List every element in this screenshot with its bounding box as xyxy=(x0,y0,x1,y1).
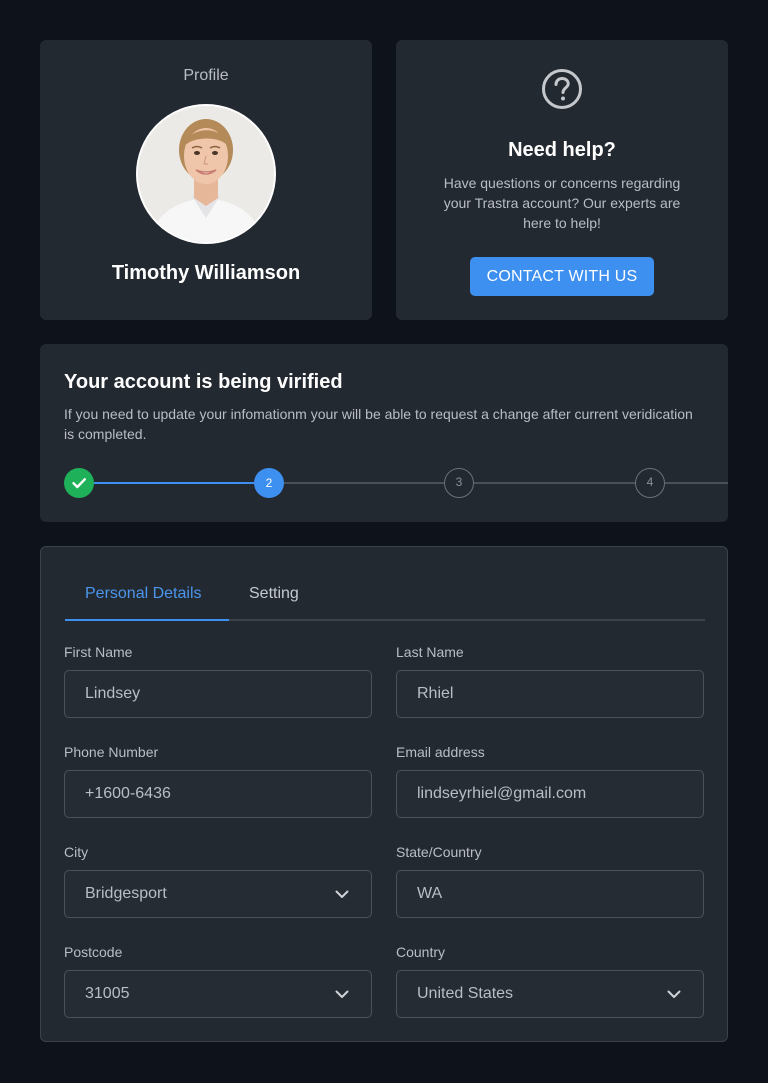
state-label: State/Country xyxy=(396,844,482,860)
step-connector-complete xyxy=(94,482,254,484)
postcode-select[interactable]: 31005 xyxy=(64,970,372,1018)
form-tabs: Personal Details Setting xyxy=(65,573,705,621)
chevron-down-icon xyxy=(335,990,349,998)
chevron-down-icon xyxy=(667,990,681,998)
active-tab-indicator xyxy=(65,619,229,621)
step-connector xyxy=(474,482,635,484)
country-select[interactable]: United States xyxy=(396,970,704,1018)
city-value: Bridgesport xyxy=(85,885,167,902)
question-circle-icon xyxy=(542,69,582,109)
postcode-label: Postcode xyxy=(64,944,123,960)
phone-label: Phone Number xyxy=(64,744,159,760)
profile-name: Timothy Williamson xyxy=(111,262,301,284)
phone-field[interactable]: +1600-6436 xyxy=(64,770,372,818)
help-card: Need help? Have questions or concerns re… xyxy=(396,40,728,320)
email-field[interactable]: lindseyrhiel@gmail.com xyxy=(396,770,704,818)
last-name-field[interactable]: Rhiel xyxy=(396,670,704,718)
state-field[interactable]: WA xyxy=(396,870,704,918)
verification-description: If you need to update your infomationm y… xyxy=(64,406,693,442)
profile-label: Profile xyxy=(183,67,229,84)
verification-card: Your account is being virified If you ne… xyxy=(40,344,728,522)
step-connector xyxy=(665,482,728,484)
step-4: 4 xyxy=(635,468,665,498)
first-name-field[interactable]: Lindsey xyxy=(64,670,372,718)
help-title: Need help? xyxy=(508,139,616,161)
city-label: City xyxy=(64,844,89,860)
personal-details-form: Personal Details Setting First Name Lind… xyxy=(40,546,728,1042)
tab-setting[interactable]: Setting xyxy=(249,585,299,603)
step-1-complete xyxy=(64,468,94,498)
profile-card: Profile Timothy Williamson xyxy=(40,40,372,320)
step-2: 2 xyxy=(254,468,284,498)
avatar-portrait xyxy=(138,106,274,242)
email-label: Email address xyxy=(396,744,485,760)
chevron-down-icon xyxy=(335,890,349,898)
last-name-label: Last Name xyxy=(396,644,464,660)
city-select[interactable]: Bridgesport xyxy=(64,870,372,918)
check-icon xyxy=(72,478,86,489)
step-connector xyxy=(284,482,444,484)
avatar xyxy=(136,104,276,244)
first-name-label: First Name xyxy=(64,644,133,660)
verification-stepper: 2 3 4 xyxy=(64,468,728,498)
contact-button[interactable]: CONTACT WITH US xyxy=(470,257,654,296)
verification-title: Your account is being virified xyxy=(64,371,343,393)
step-3: 3 xyxy=(444,468,474,498)
help-description: Have questions or concerns regarding you… xyxy=(443,175,681,231)
tab-personal-details[interactable]: Personal Details xyxy=(85,585,202,603)
country-label: Country xyxy=(396,944,446,960)
postcode-value: 31005 xyxy=(85,985,130,1002)
country-value: United States xyxy=(417,985,514,1002)
